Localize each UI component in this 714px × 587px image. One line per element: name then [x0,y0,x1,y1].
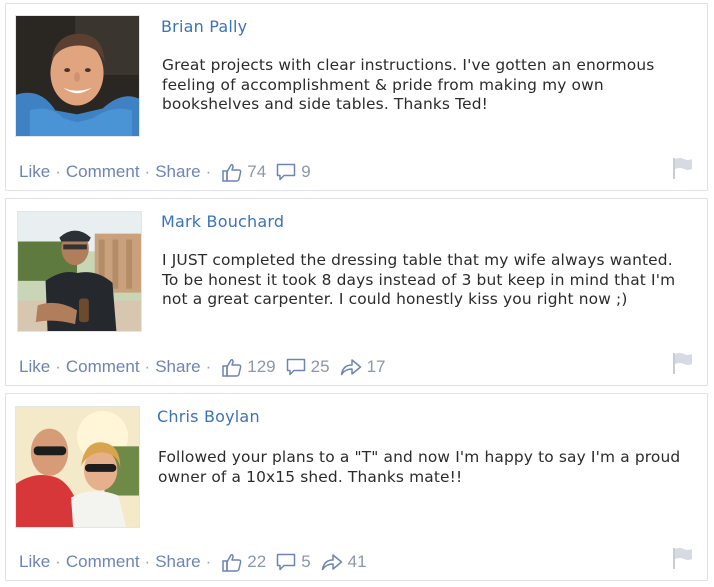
comment-count-value: 9 [301,162,311,181]
flag-icon[interactable] [671,351,693,375]
share-link[interactable]: Share [155,162,200,182]
avatar[interactable] [17,211,142,332]
separator: · [55,552,61,571]
thumbs-up-icon [222,163,242,182]
comment-text: Followed your plans to a "T" and now I'm… [158,448,681,486]
separator: · [205,162,212,181]
share-count-value: 41 [347,552,367,571]
share-link[interactable]: Share [155,357,200,377]
separator: · [205,357,212,376]
share-count[interactable]: 17 [340,357,386,377]
comment-card: Chris Boylan Followed your plans to a "T… [5,393,708,581]
comment-count-value: 5 [301,552,311,571]
like-count[interactable]: 129 [222,357,276,377]
like-link[interactable]: Like [19,552,50,572]
action-bar: Like · Comment · Share · 129 25 17 [19,356,385,378]
avatar[interactable] [15,15,140,137]
commenter-name[interactable]: Brian Pally [161,17,247,36]
share-link[interactable]: Share [155,552,200,572]
avatar[interactable] [15,406,140,528]
action-bar: Like · Comment · Share · 74 9 [19,161,311,183]
comment-card: Brian Pally Great projects with clear in… [5,3,708,191]
comment-bubble-icon [276,553,296,571]
share-arrow-icon [340,359,361,376]
separator: · [144,357,151,376]
commenter-name[interactable]: Mark Bouchard [161,212,284,231]
comment-card: Mark Bouchard I JUST completed the dress… [5,198,708,386]
comment-text: Great projects with clear instructions. … [162,56,655,113]
like-count[interactable]: 74 [222,162,266,182]
like-count-value: 74 [247,162,267,181]
separator: · [144,552,151,571]
comment-count-value: 25 [310,357,330,376]
avatar-photo [16,407,139,527]
share-count-value: 17 [366,357,386,376]
comment-count[interactable]: 25 [286,357,330,377]
comment-link[interactable]: Comment [66,162,140,182]
comment-count[interactable]: 5 [276,552,311,572]
share-count[interactable]: 41 [321,552,367,572]
comment-text: I JUST completed the dressing table that… [162,251,676,308]
comment-count[interactable]: 9 [276,162,311,182]
share-arrow-icon [321,554,342,571]
separator: · [55,162,61,181]
thumbs-up-icon [222,358,242,377]
comment-link[interactable]: Comment [66,357,140,377]
flag-icon[interactable] [671,546,693,570]
separator: · [144,162,151,181]
thumbs-up-icon [222,553,242,572]
avatar-photo [16,16,139,136]
avatar-photo [18,212,141,331]
separator: · [205,552,212,571]
like-count[interactable]: 22 [222,552,266,572]
like-count-value: 129 [247,357,276,376]
comment-link[interactable]: Comment [66,552,140,572]
commenter-name[interactable]: Chris Boylan [157,407,260,426]
comment-bubble-icon [286,358,305,376]
like-link[interactable]: Like [19,162,50,182]
like-link[interactable]: Like [19,357,50,377]
action-bar: Like · Comment · Share · 22 5 41 [19,551,367,573]
separator: · [55,357,61,376]
flag-icon[interactable] [671,156,693,180]
comment-bubble-icon [276,163,296,181]
like-count-value: 22 [247,552,267,571]
